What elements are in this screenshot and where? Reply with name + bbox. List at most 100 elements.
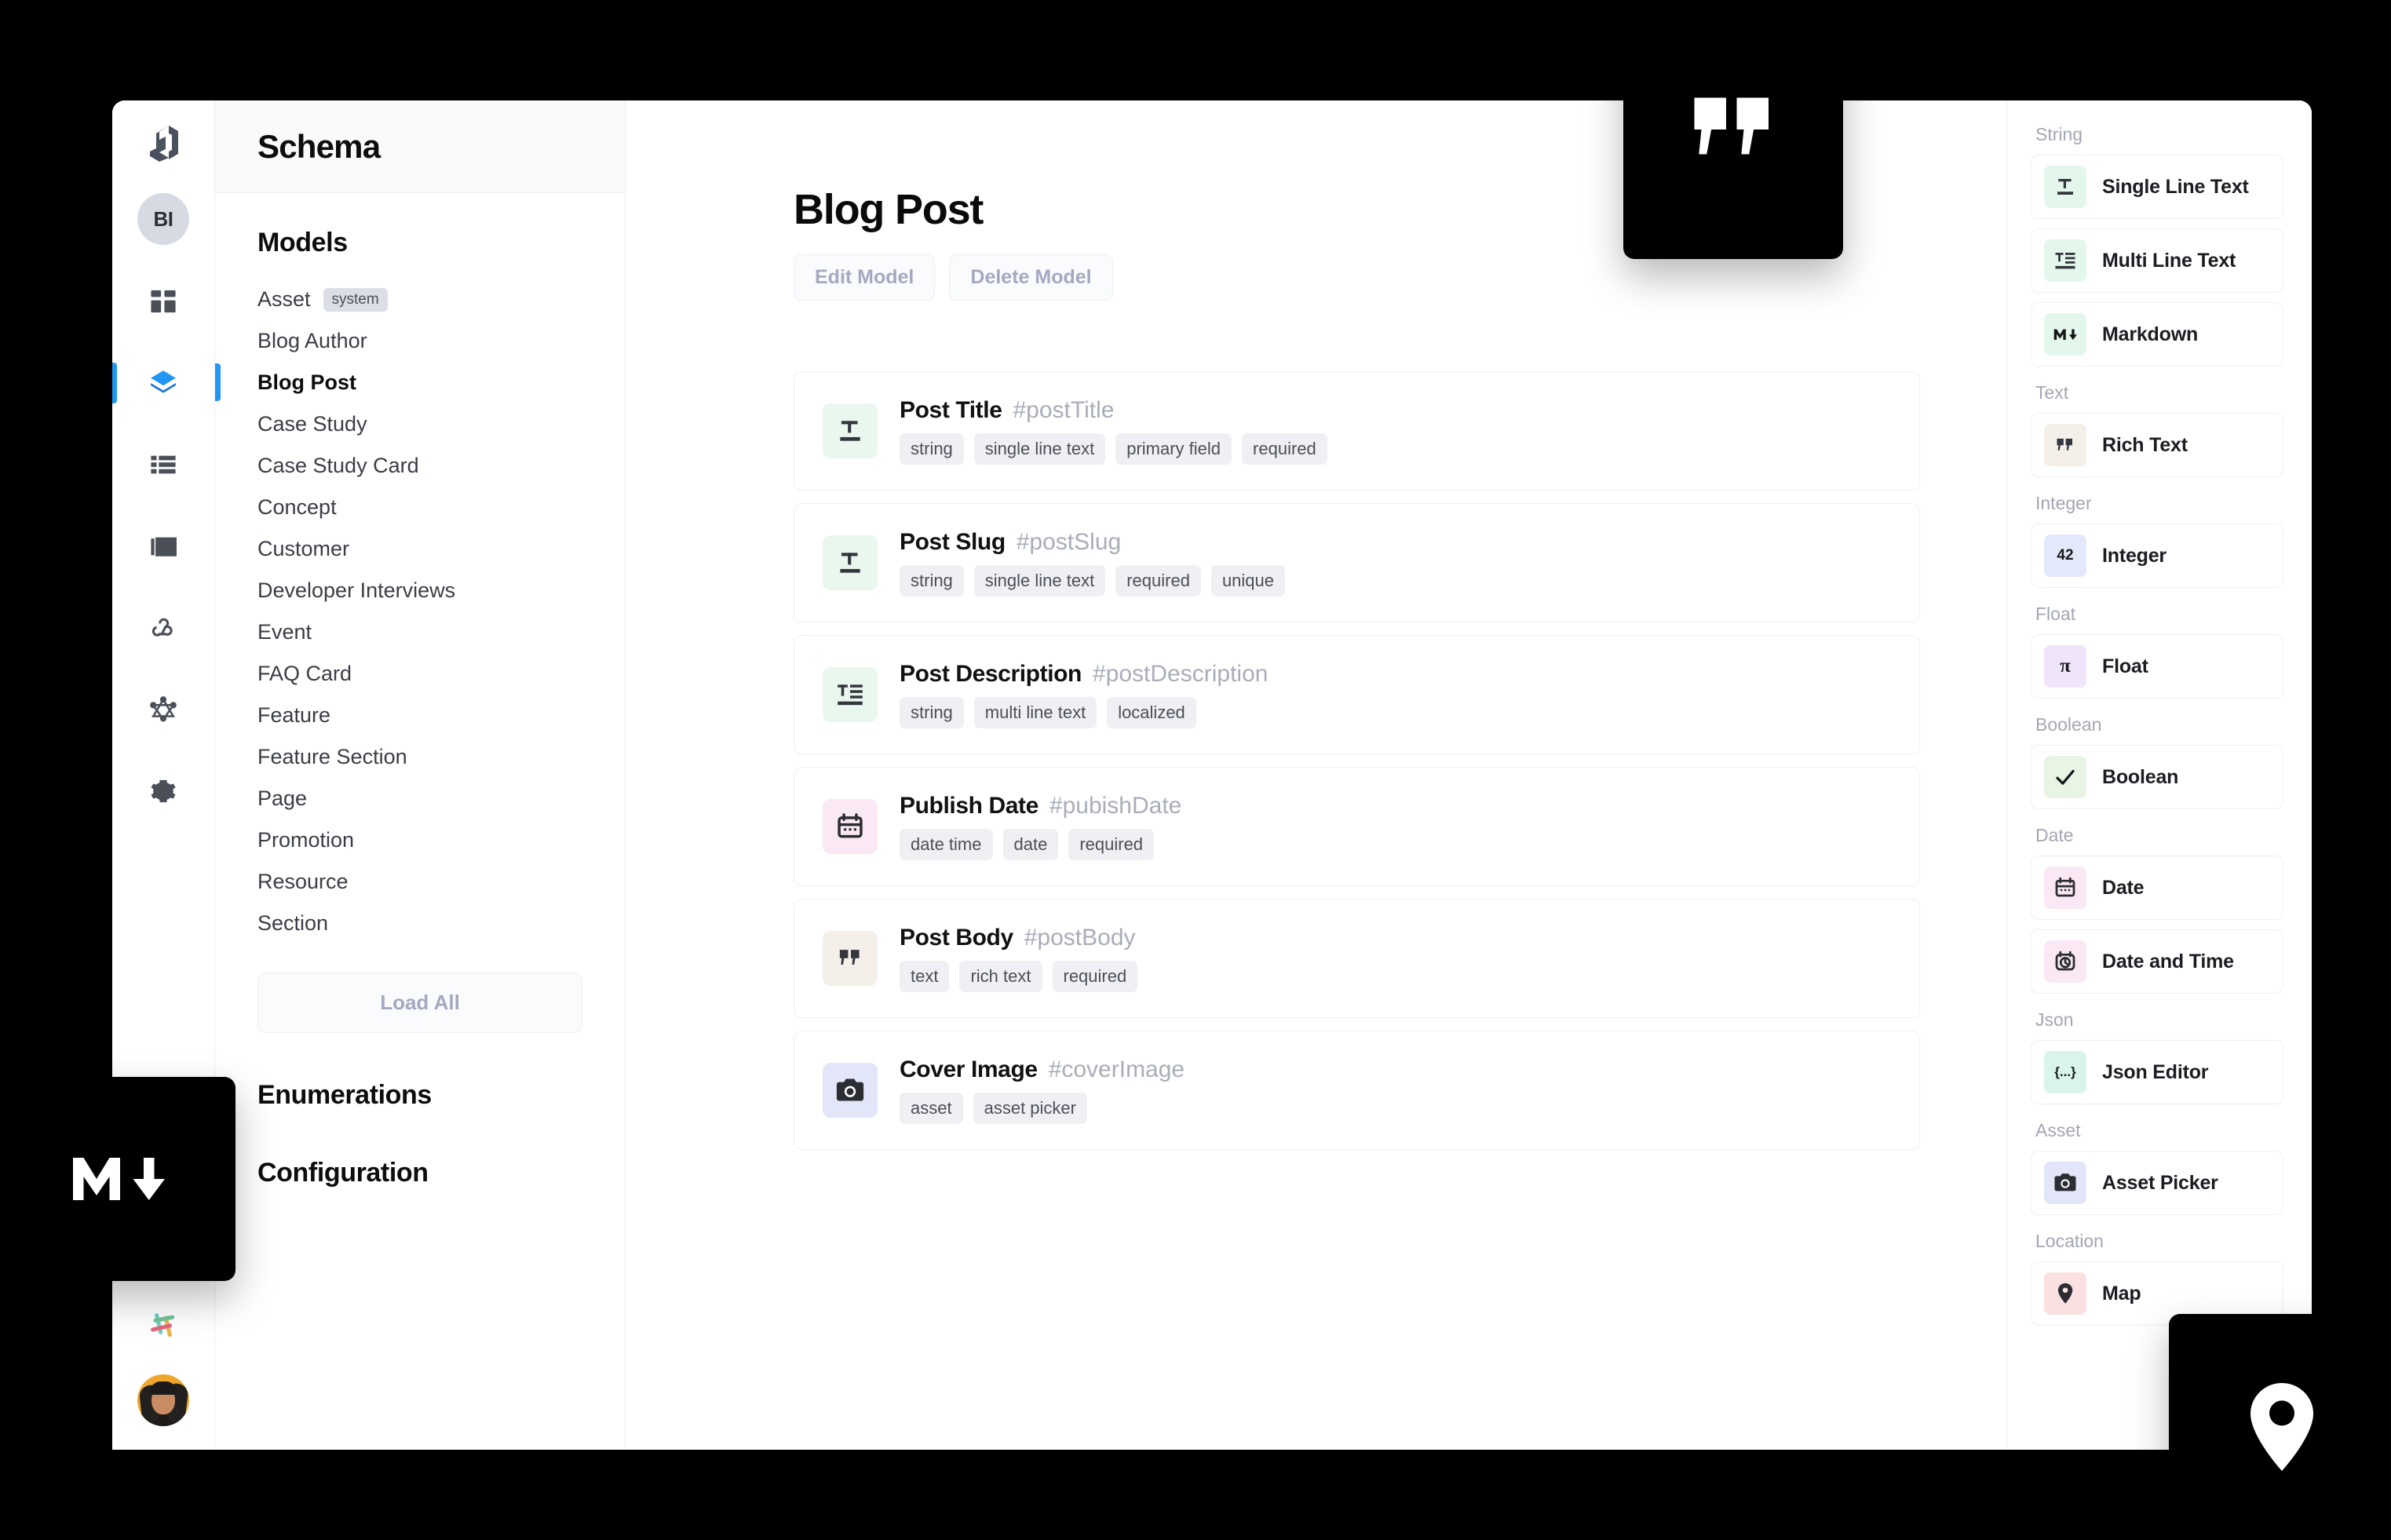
graphcms-logo-icon[interactable] [145, 122, 181, 163]
markdown-icon [71, 1151, 165, 1207]
sidebar-model-label: Page [257, 786, 308, 810]
sidebar-model-label: Blog Post [257, 370, 356, 394]
field-card[interactable]: Post Slug #postSlug string single line text… [794, 503, 1920, 622]
sidebar-model-item[interactable]: Feature [257, 695, 582, 736]
field-title-row: Cover Image #coverImage [900, 1056, 1891, 1083]
sidebar-model-label: Event [257, 620, 312, 644]
fields-list: Post Title #postTitle string single line te… [794, 371, 1920, 1150]
webhooks-icon[interactable] [135, 600, 192, 656]
field-type-item[interactable]: Date [2031, 856, 2283, 920]
field-meta: Post Body #postBody text rich text required [900, 925, 1891, 992]
type-group-label: Integer [2035, 493, 2092, 513]
field-type-item[interactable]: {...} Json Editor [2031, 1040, 2283, 1104]
sidebar-model-item[interactable]: Promotion [257, 819, 582, 861]
multi-line-text-icon [2044, 239, 2086, 282]
sidebar-model-item[interactable]: Case Study Card [257, 445, 582, 487]
sidebar-model-item[interactable]: Resource [257, 861, 582, 903]
field-api-id: #postTitle [1013, 397, 1115, 423]
field-tag: rich text [959, 961, 1042, 992]
field-card[interactable]: Cover Image #coverImage asset asset picker [794, 1031, 1920, 1150]
field-tag: primary field [1115, 433, 1232, 465]
schema-layers-icon[interactable] [112, 355, 192, 411]
sidebar-model-item[interactable]: Event [257, 611, 582, 653]
content-list-icon[interactable] [135, 436, 192, 493]
sidebar-model-item[interactable]: Case Study [257, 403, 582, 445]
quote-icon [1690, 94, 1776, 165]
project-avatar-initials: BI [153, 206, 174, 231]
type-group-label: String [2035, 124, 2083, 144]
assets-image-icon[interactable] [135, 518, 192, 575]
field-type-item[interactable]: Boolean [2031, 745, 2283, 809]
main-content: Blog Post Edit Model Delete Model Post T… [626, 100, 2007, 1450]
sidebar-model-label: Developer Interviews [257, 578, 456, 602]
field-title-row: Post Description #postDescription [900, 661, 1891, 688]
field-type-item[interactable]: Multi Line Text [2031, 228, 2283, 293]
camera-icon [2044, 1162, 2086, 1204]
field-type-label: Multi Line Text [2102, 249, 2236, 272]
field-card[interactable]: Post Description #postDescription string mu… [794, 635, 1920, 754]
field-type-label: Boolean [2102, 765, 2179, 788]
sidebar-model-label: FAQ Card [257, 662, 352, 685]
field-type-item[interactable]: Asset Picker [2031, 1151, 2283, 1215]
type-group-label: Float [2035, 604, 2076, 624]
field-type-item[interactable]: Date and Time [2031, 929, 2283, 994]
field-type-sidebar: String Single Line Text Multi Line Text … [2007, 100, 2312, 1450]
graphql-api-icon[interactable] [135, 681, 192, 738]
type-group-label: Text [2035, 382, 2069, 403]
edit-model-button[interactable]: Edit Model [794, 254, 936, 301]
dashboard-icon[interactable] [135, 273, 192, 330]
field-api-id: #postSlug [1016, 529, 1122, 555]
sidebar-model-item[interactable]: Page [257, 778, 582, 819]
sidebar-model-item[interactable]: Developer Interviews [257, 570, 582, 611]
field-tag: unique [1210, 565, 1286, 597]
schema-sidebar: Schema Models Asset system Blog Author Blog… [215, 100, 626, 1450]
sidebar-model-item[interactable]: Concept [257, 487, 582, 528]
field-tag: asset picker [973, 1093, 1087, 1124]
calendar-clock-icon [2044, 940, 2086, 983]
sidebar-model-item[interactable]: Asset system [257, 279, 582, 320]
sidebar-model-label: Section [257, 911, 329, 935]
field-card[interactable]: Publish Date #pubishDate date time date requ… [794, 767, 1920, 886]
slack-icon[interactable] [135, 1297, 192, 1354]
sidebar-model-item[interactable]: Section [257, 903, 582, 944]
sidebar-model-item[interactable]: Feature Section [257, 736, 582, 778]
sidebar-model-item[interactable]: FAQ Card [257, 653, 582, 695]
markdown-icon [2044, 313, 2086, 356]
field-tag: string [900, 433, 964, 465]
field-tag: required [1068, 829, 1155, 860]
field-tag: text [900, 961, 950, 992]
field-type-label: Json Editor [2102, 1060, 2209, 1083]
field-tag: required [1052, 961, 1138, 992]
field-type-item[interactable]: π Float [2031, 634, 2283, 699]
field-tag: date time [900, 829, 993, 860]
field-api-id: #pubishDate [1049, 793, 1182, 819]
sidebar-model-item[interactable]: Blog Post [215, 362, 582, 403]
field-type-item[interactable]: 42 Integer [2031, 524, 2283, 588]
field-type-item[interactable]: Markdown [2031, 302, 2283, 367]
field-tags: string single line text required unique [900, 565, 1891, 597]
sidebar-model-label: Customer [257, 537, 350, 560]
sidebar-model-item[interactable]: Blog Author [257, 320, 582, 362]
calendar-icon [823, 799, 878, 854]
field-tags: string single line text primary field requi… [900, 433, 1891, 465]
enumerations-heading[interactable]: Enumerations [257, 1080, 582, 1111]
settings-gear-icon[interactable] [135, 763, 192, 819]
configuration-heading[interactable]: Configuration [257, 1158, 582, 1188]
field-title-row: Post Slug #postSlug [900, 529, 1891, 556]
sidebar-model-item[interactable]: Customer [257, 528, 582, 570]
calendar-icon [2044, 867, 2086, 909]
project-avatar[interactable]: BI [137, 193, 189, 245]
user-avatar[interactable] [137, 1374, 189, 1426]
field-card[interactable]: Post Body #postBody text rich text required [794, 899, 1920, 1018]
field-label: Cover Image [900, 1056, 1038, 1082]
field-tags: date time date required [900, 829, 1891, 860]
load-all-button[interactable]: Load All [257, 973, 582, 1033]
field-type-item[interactable]: Single Line Text [2031, 155, 2283, 219]
markdown-badge [0, 1077, 235, 1281]
schema-title: Schema [257, 127, 381, 165]
delete-model-button[interactable]: Delete Model [949, 254, 1113, 301]
type-group-label: Location [2035, 1231, 2104, 1251]
field-card[interactable]: Post Title #postTitle string single line te… [794, 371, 1920, 491]
field-title-row: Post Title #postTitle [900, 397, 1891, 424]
field-type-item[interactable]: Rich Text [2031, 413, 2283, 477]
